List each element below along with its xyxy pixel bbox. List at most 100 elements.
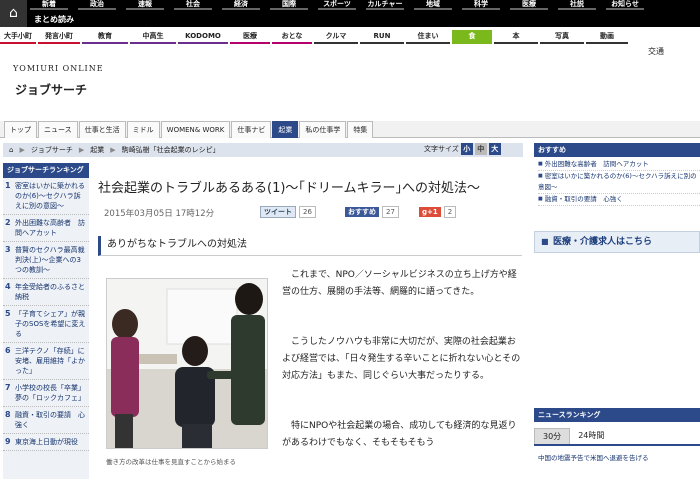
site-logo[interactable]: YOMIURI ONLINE: [13, 64, 104, 73]
gplus-count: 2: [443, 205, 457, 218]
tab-item[interactable]: ニュース: [38, 121, 78, 138]
recommend-list: 外出困難な高齢者 訪問ヘアカット密室はいかに築かれるのか(6)〜セクハラ訴えに別…: [534, 157, 700, 206]
category-nav-item[interactable]: 食: [452, 30, 492, 44]
recommend-item[interactable]: 外出困難な高齢者 訪問ヘアカット: [538, 159, 700, 171]
ranking-number: 3: [5, 245, 11, 254]
ranking-link[interactable]: 東京海上日動が現役: [15, 437, 78, 447]
top-nav-item[interactable]: スポーツ: [318, 0, 356, 10]
top-nav-item[interactable]: 社会: [174, 0, 212, 10]
breadcrumb-home-icon[interactable]: ⌂: [9, 146, 13, 154]
facebook-count: 27: [382, 205, 399, 218]
ranking-link[interactable]: 年金受給者のふるさと納税: [15, 282, 87, 302]
tab-item[interactable]: WOMEN& WORK: [160, 121, 231, 138]
article-paragraph: 特にNPOや社会起業の場合、成功しても経済的な見返りがあるわけでもなく、そもそも…: [282, 421, 517, 448]
category-nav-item[interactable]: 写真: [540, 30, 584, 44]
category-nav-item[interactable]: おとな: [272, 30, 312, 44]
facebook-share: おすすめ 27: [345, 205, 399, 218]
top-nav-item[interactable]: 地域: [414, 0, 452, 10]
top-nav-item[interactable]: 新着: [30, 0, 68, 10]
top-nav-item[interactable]: 社説: [558, 0, 596, 10]
breadcrumb-item[interactable]: 駒崎弘樹「社会起業のレシピ」: [122, 145, 220, 155]
recommend-item[interactable]: 融資・取引の要請 心強く: [538, 194, 700, 206]
top-nav-item[interactable]: 経済: [222, 0, 260, 10]
news-ranking-tabs: 30分 24時間: [534, 428, 700, 446]
top-navigation-bar: ⌂ 新着 政治 速報 社会 経済 国際 スポーツ カルチャー 地域 科学 医療 社説 お知らせ まとめ読…: [0, 0, 700, 27]
tab-item[interactable]: 仕事ナビ: [231, 121, 272, 138]
ranking-link[interactable]: 普賢のセクハラ最高裁判決(上)〜企業への3つの教訓〜: [15, 245, 87, 275]
news-rank-item[interactable]: 中国の地震予告で米国へ退避を告げる: [534, 452, 700, 462]
ranking-number: 4: [5, 282, 11, 291]
category-nav-item[interactable]: 本: [494, 30, 538, 44]
category-nav-item[interactable]: 発言小町: [38, 30, 80, 44]
category-nav-item[interactable]: クルマ: [314, 30, 358, 44]
tab-item[interactable]: 私の仕事学: [299, 121, 347, 138]
breadcrumb-item[interactable]: 起業: [90, 145, 104, 155]
category-nav: 大手小町 発言小町 教育 中高生 KODOMO 医療 おとな クルマ RUN 住まい食本写真 動画: [0, 30, 700, 44]
ranking-number: 7: [5, 383, 11, 392]
ranking-number: 6: [5, 346, 11, 355]
photo-caption: 働き方の改革は仕事を見直すことから始まる: [106, 458, 236, 466]
ranking-item[interactable]: 5 「子育てシェア」が親子のSOSを希望に変える: [3, 306, 89, 343]
ranking-item[interactable]: 9 東京海上日動が現役: [3, 434, 89, 451]
category-nav-item[interactable]: 医療: [230, 30, 270, 44]
tab-30min[interactable]: 30分: [534, 428, 571, 444]
category-nav-item[interactable]: 動画: [586, 30, 628, 44]
font-size-label: 文字サイズ: [424, 145, 459, 153]
breadcrumb-separator: ▶: [110, 146, 116, 154]
font-size-large-button[interactable]: 大: [488, 143, 501, 155]
matome-link[interactable]: まとめ読み: [34, 14, 74, 25]
ranking-heading: ジョブサーチランキング: [3, 163, 89, 178]
category-nav-item[interactable]: 教育: [82, 30, 128, 44]
top-nav-item[interactable]: 科学: [462, 0, 500, 10]
tab-item[interactable]: 起業: [272, 121, 299, 138]
tab-item[interactable]: トップ: [4, 121, 37, 138]
ranking-link[interactable]: 小学校の校長「卒業」夢の「ロックカフェ」: [15, 383, 87, 403]
category-nav-item[interactable]: KODOMO: [178, 30, 228, 44]
section-tabs: トップ ニュース 仕事と生活 ミドル WOMEN& WORK 仕事ナビ 起業 私の仕事学 特集: [4, 121, 374, 138]
article-subheading: ありがちなトラブルへの対処法: [98, 236, 522, 256]
ranking-link[interactable]: 外出困難な高齢者 訪問ヘアカット: [15, 218, 87, 238]
ranking-link[interactable]: 密室はいかに築かれるのか(6)〜セクハラ訴えに別の意図〜: [15, 181, 87, 211]
category-nav-item[interactable]: 中高生: [130, 30, 176, 44]
gplus-button[interactable]: g+1: [419, 206, 441, 217]
category-nav-item[interactable]: 住まい: [406, 30, 450, 44]
tab-item[interactable]: 特集: [347, 121, 374, 138]
home-icon[interactable]: ⌂: [0, 0, 27, 27]
ranking-item[interactable]: 2 外出困難な高齢者 訪問ヘアカット: [3, 215, 89, 242]
medical-jobs-banner[interactable]: 医療・介護求人はこちら: [534, 231, 700, 253]
ranking-number: 9: [5, 437, 11, 446]
article-paragraph: こうしたノウハウも非常に大切だが、実際の社会起業および経営では、「日々発生する辛…: [282, 337, 521, 381]
top-nav-item[interactable]: 速報: [126, 0, 164, 10]
tab-item[interactable]: ミドル: [126, 121, 160, 138]
font-size-small-button[interactable]: 小: [460, 143, 473, 155]
tab-item[interactable]: 仕事と生活: [78, 121, 126, 138]
recommend-heading: おすすめ: [534, 143, 700, 157]
top-nav-item[interactable]: 政治: [78, 0, 116, 10]
top-nav-item[interactable]: 国際: [270, 0, 308, 10]
ranking-item[interactable]: 6 三洋テクノ「存続」に安堵、雇用維持「よかった」: [3, 343, 89, 380]
recommend-item[interactable]: 密室はいかに築かれるのか(6)〜セクハラ訴えに別の意図〜: [538, 171, 700, 194]
ranking-link[interactable]: 三洋テクノ「存続」に安堵、雇用維持「よかった」: [15, 346, 87, 376]
ranking-item[interactable]: 1 密室はいかに築かれるのか(6)〜セクハラ訴えに別の意図〜: [3, 178, 89, 215]
ranking-number: 5: [5, 309, 11, 318]
facebook-button[interactable]: おすすめ: [345, 206, 379, 217]
ranking-item[interactable]: 8 融資・取引の要請 心強く: [3, 407, 89, 434]
ranking-link[interactable]: 「子育てシェア」が親子のSOSを希望に変える: [15, 309, 87, 339]
top-nav-item[interactable]: お知らせ: [606, 0, 644, 10]
tweet-button[interactable]: ツイート: [260, 205, 296, 218]
top-nav-item[interactable]: 医療: [510, 0, 548, 10]
ranking-link[interactable]: 融資・取引の要請 心強く: [15, 410, 87, 430]
section-logo[interactable]: ジョブサーチ: [15, 81, 87, 98]
breadcrumb-item[interactable]: ジョブサーチ: [31, 145, 73, 155]
category-nav-item[interactable]: 大手小町: [0, 30, 36, 44]
ranking-item[interactable]: 3 普賢のセクハラ最高裁判決(上)〜企業への3つの教訓〜: [3, 242, 89, 279]
koutsu-link[interactable]: 交通: [648, 46, 664, 57]
top-nav: 新着 政治 速報 社会 経済 国際 スポーツ カルチャー 地域 科学 医療 社説 お知らせ: [30, 0, 654, 10]
top-nav-item[interactable]: カルチャー: [366, 0, 404, 10]
font-size-medium-button[interactable]: 中: [474, 143, 487, 155]
ranking-item[interactable]: 4 年金受給者のふるさと納税: [3, 279, 89, 306]
photo-illustration: [107, 279, 267, 448]
tab-24h[interactable]: 24時間: [570, 428, 612, 444]
category-nav-item[interactable]: RUN: [360, 30, 404, 44]
ranking-item[interactable]: 7 小学校の校長「卒業」夢の「ロックカフェ」: [3, 380, 89, 407]
